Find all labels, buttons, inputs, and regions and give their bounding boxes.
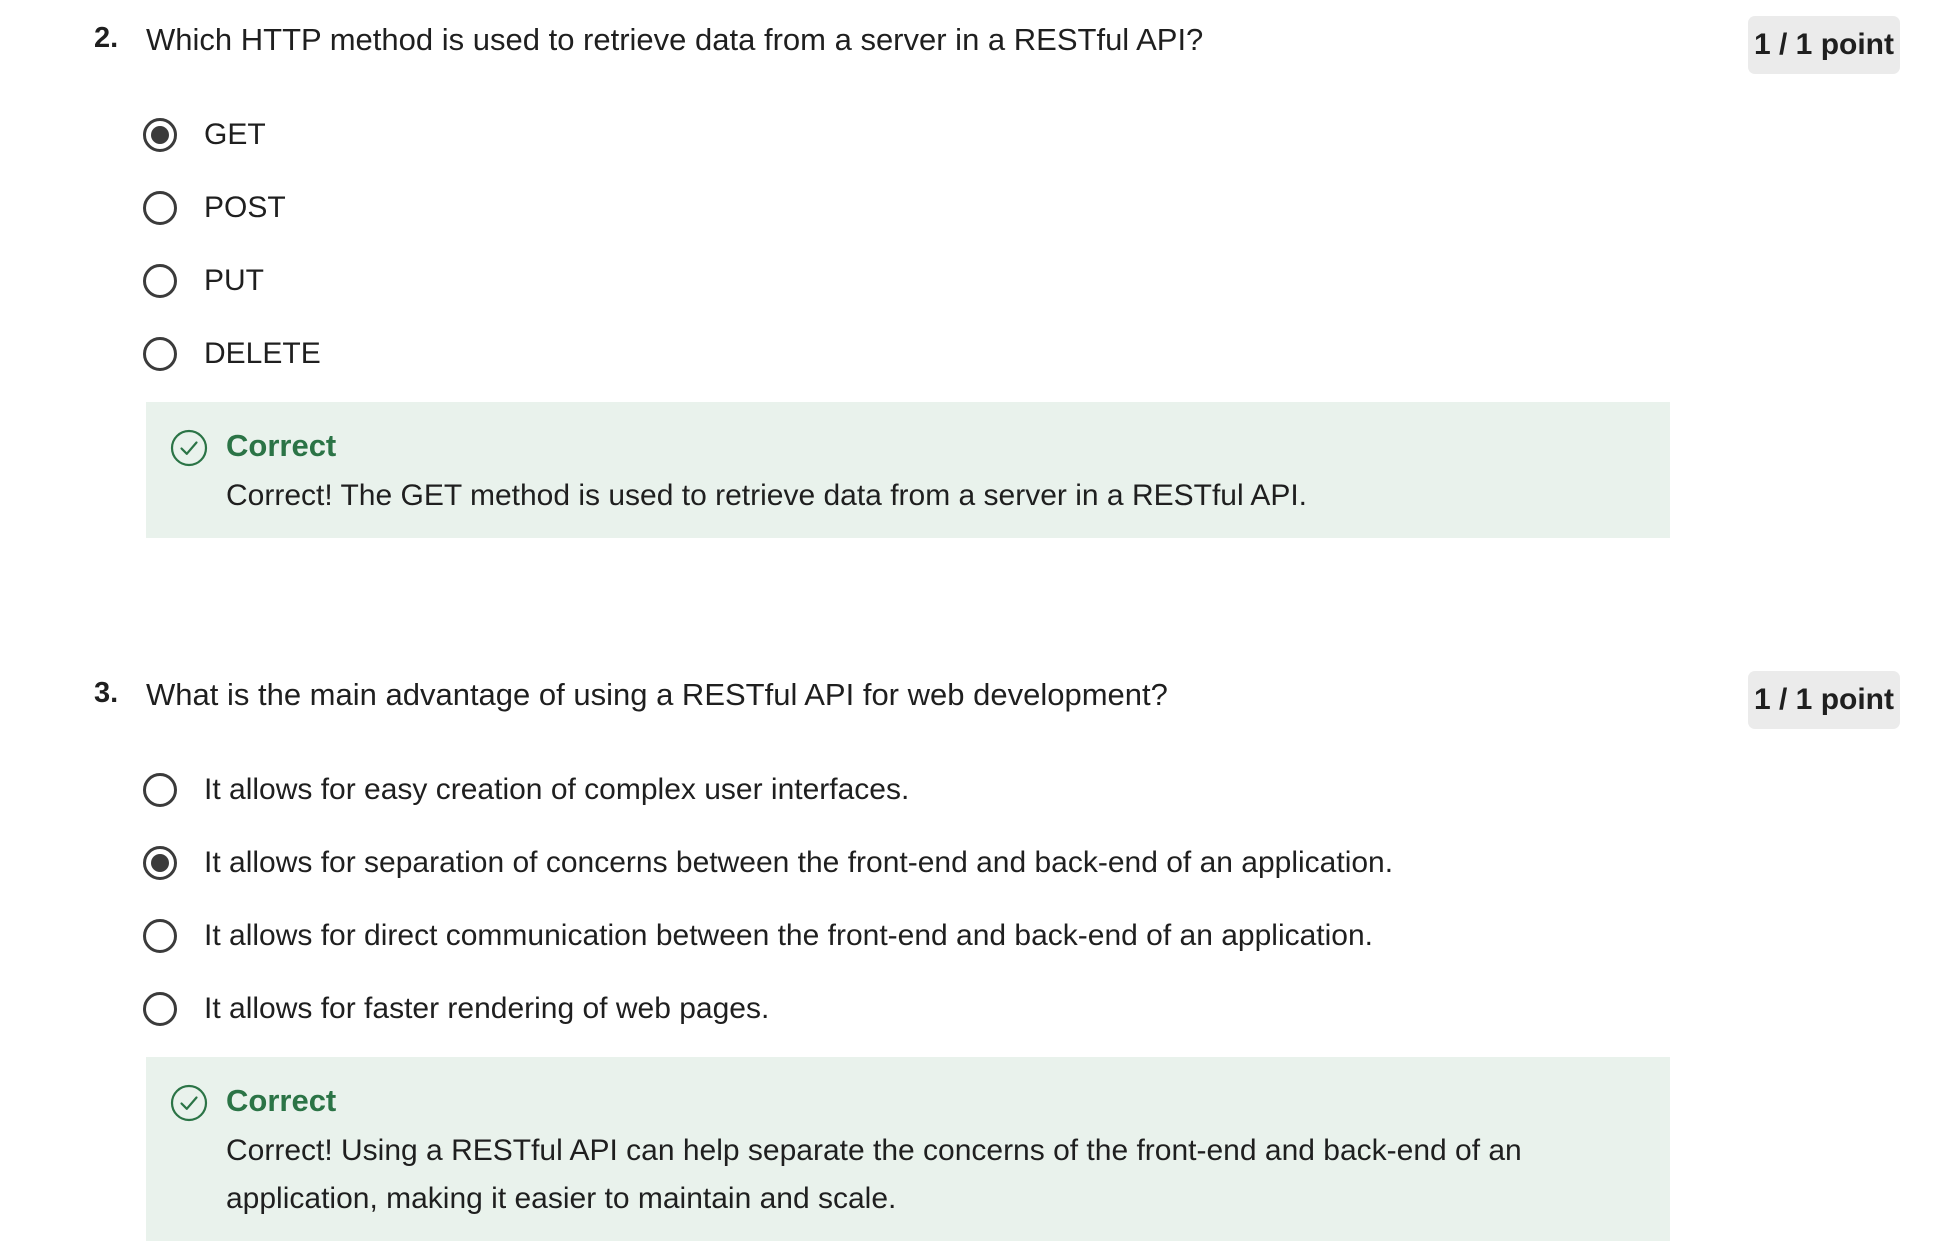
question-3: 3. What is the main advantage of using a…	[0, 655, 1936, 1247]
option-label: POST	[204, 191, 286, 224]
radio-selected-icon[interactable]	[143, 118, 177, 152]
option-label: DELETE	[204, 337, 321, 370]
option-2[interactable]: It allows for separation of concerns bet…	[143, 838, 1393, 888]
option-label: It allows for direct communication betwe…	[204, 919, 1374, 952]
option-label: It allows for faster rendering of web pa…	[204, 992, 770, 1025]
option-label: It allows for separation of concerns bet…	[204, 846, 1394, 879]
feedback-title: Correct	[226, 428, 337, 463]
option-label: It allows for easy creation of complex u…	[204, 773, 910, 806]
feedback-text: Correct! Using a RESTful API can help se…	[226, 1134, 1522, 1215]
option-get[interactable]: GET	[143, 110, 266, 160]
option-post[interactable]: POST	[143, 183, 286, 233]
points-badge: 1 / 1 point	[1748, 671, 1900, 729]
check-circle-icon	[170, 1084, 208, 1122]
feedback-panel: Correct Correct! Using a RESTful API can…	[146, 1057, 1670, 1241]
question-number: 2.	[94, 22, 119, 54]
radio-unselected-icon[interactable]	[143, 191, 177, 225]
points-badge: 1 / 1 point	[1748, 16, 1900, 74]
feedback-title: Correct	[226, 1083, 337, 1118]
question-text: What is the main advantage of using a RE…	[146, 677, 1168, 712]
feedback-panel: Correct Correct! The GET method is used …	[146, 402, 1670, 538]
option-4[interactable]: It allows for faster rendering of web pa…	[143, 984, 769, 1034]
check-circle-icon	[170, 429, 208, 467]
option-1[interactable]: It allows for easy creation of complex u…	[143, 765, 909, 815]
radio-unselected-icon[interactable]	[143, 919, 177, 953]
option-put[interactable]: PUT	[143, 256, 264, 306]
option-delete[interactable]: DELETE	[143, 329, 321, 379]
option-label: GET	[204, 118, 266, 151]
radio-unselected-icon[interactable]	[143, 773, 177, 807]
quiz-results-page: 2. Which HTTP method is used to retrieve…	[0, 0, 1936, 1247]
radio-unselected-icon[interactable]	[143, 337, 177, 371]
radio-unselected-icon[interactable]	[143, 992, 177, 1026]
option-label: PUT	[204, 264, 264, 297]
option-3[interactable]: It allows for direct communication betwe…	[143, 911, 1373, 961]
question-number: 3.	[94, 677, 119, 709]
radio-selected-icon[interactable]	[143, 846, 177, 880]
question-2: 2. Which HTTP method is used to retrieve…	[0, 0, 1936, 560]
question-text: Which HTTP method is used to retrieve da…	[146, 22, 1204, 57]
feedback-text: Correct! The GET method is used to retri…	[226, 479, 1308, 512]
radio-unselected-icon[interactable]	[143, 264, 177, 298]
